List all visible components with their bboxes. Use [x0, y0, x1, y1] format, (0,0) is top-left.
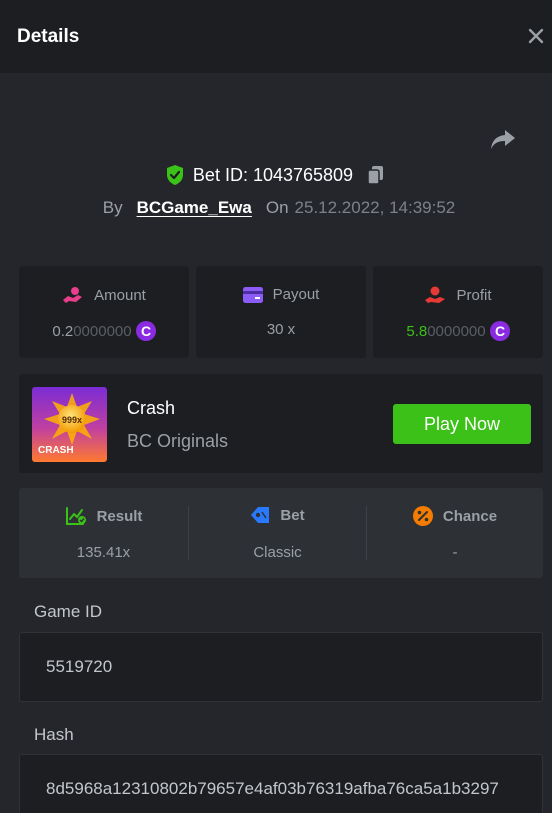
result-chart-icon: [65, 507, 86, 525]
svg-text:C: C: [141, 323, 151, 339]
result-card: Result 135.41x Bet Classic Chance -: [19, 488, 543, 578]
chance-label: Chance: [442, 507, 498, 525]
by-label: By: [102, 198, 123, 217]
close-button[interactable]: [522, 22, 550, 50]
chance-value: -: [452, 544, 458, 561]
thumb-badge: 999x: [62, 415, 82, 425]
bet-tag-icon: [251, 507, 270, 523]
page-title: Details: [17, 26, 80, 47]
amount-value-decimals: 0000000: [73, 322, 132, 340]
profit-value: 5.8: [406, 322, 428, 340]
profit-label: Profit: [456, 286, 492, 304]
on-label: On: [265, 198, 289, 217]
bet-details-panel: Details Bet ID: 1043765809 By BCGame_Ewa…: [0, 0, 552, 813]
close-icon: [528, 28, 544, 44]
bet-datetime: 25.12.2022, 14:39:52: [294, 198, 456, 217]
hash-value: 8d5968a12310802b79657e4af03b76319afba76c…: [46, 779, 499, 798]
coin-icon: C: [135, 321, 156, 341]
bet-id-text: Bet ID: 1043765809: [192, 164, 354, 185]
game-provider: BC Originals: [127, 431, 229, 451]
payout-value: 30 x: [266, 321, 296, 338]
bet-value: Classic: [253, 544, 302, 561]
payout-card: Payout 30 x: [196, 266, 366, 358]
game-id-field[interactable]: 5519720: [19, 632, 543, 702]
game-thumbnail[interactable]: 999x CRASH: [32, 387, 107, 462]
header-bar: Details: [0, 0, 552, 73]
share-button[interactable]: [488, 124, 518, 154]
result-value: 135.41x: [76, 544, 131, 561]
payout-label: Payout: [272, 286, 320, 303]
profit-hand-icon: [425, 286, 446, 303]
amount-card: Amount 0.20000000 C: [19, 266, 189, 358]
result-label: Result: [96, 507, 143, 525]
game-card: 999x CRASH Crash BC Originals Play Now: [19, 374, 543, 473]
bet-type-column: Bet Classic: [189, 488, 366, 578]
result-column: Result 135.41x: [19, 488, 188, 578]
game-id-value: 5519720: [46, 657, 113, 676]
play-now-button[interactable]: Play Now: [393, 404, 531, 444]
thumb-label: CRASH: [38, 445, 74, 456]
svg-text:C: C: [495, 323, 505, 339]
amount-value: 0.2: [52, 322, 74, 340]
chance-column: Chance -: [367, 488, 543, 578]
coin-icon: C: [489, 321, 510, 341]
percent-icon: [412, 506, 433, 526]
profit-value-decimals: 0000000: [427, 322, 486, 340]
bettor-row: By BCGame_Ewa On 25.12.2022, 14:39:52: [0, 198, 552, 222]
amount-label: Amount: [94, 286, 146, 304]
game-name: Crash: [127, 398, 176, 418]
bet-id-row: Bet ID: 1043765809: [0, 164, 552, 190]
share-icon: [491, 130, 515, 149]
profit-card: Profit 5.80000000 C: [373, 266, 543, 358]
card-icon: [242, 286, 263, 303]
username-link[interactable]: BCGame_Ewa: [137, 198, 252, 218]
amount-hand-icon: [63, 287, 83, 303]
copy-icon[interactable]: [365, 164, 387, 186]
hash-field[interactable]: 8d5968a12310802b79657e4af03b76319afba76c…: [19, 754, 543, 813]
game-id-label: Game ID: [34, 602, 103, 621]
hash-label: Hash: [34, 725, 74, 744]
shield-check-icon: [166, 165, 183, 185]
bet-label: Bet: [280, 506, 305, 524]
